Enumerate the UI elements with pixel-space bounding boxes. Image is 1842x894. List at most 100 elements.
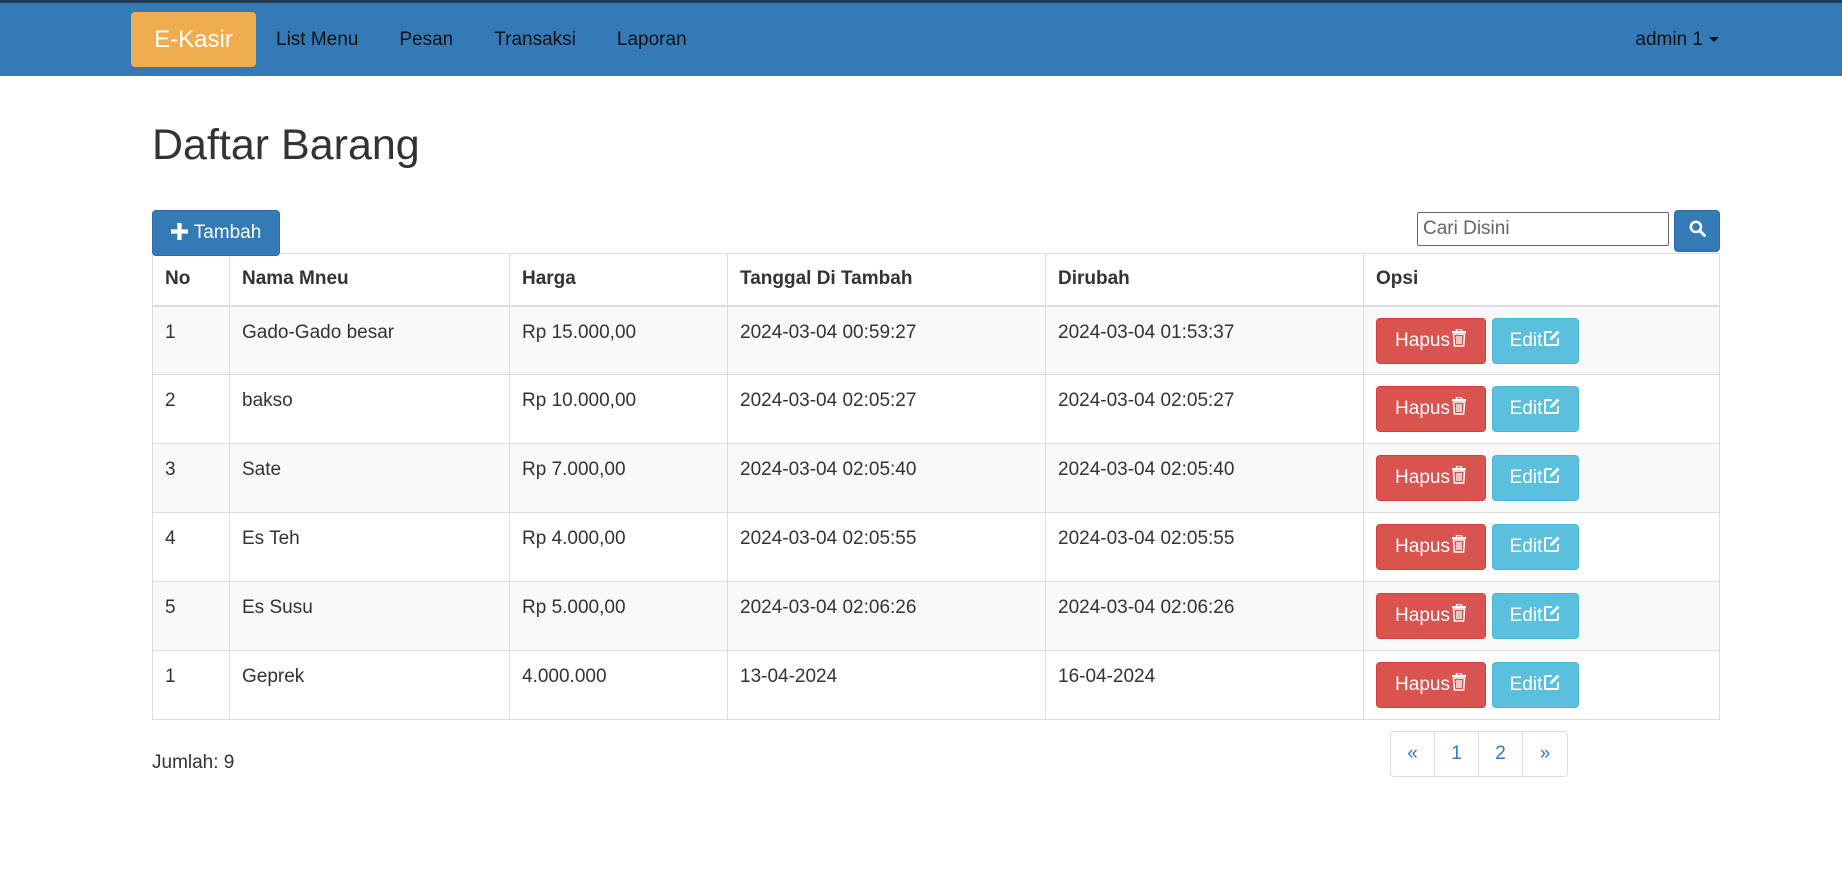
trash-icon bbox=[1450, 396, 1467, 421]
navbar: E-Kasir List Menu Pesan Transaksi Lapora… bbox=[0, 0, 1842, 76]
hapus-button-label: Hapus bbox=[1395, 329, 1450, 351]
cell-opsi: Hapus Edit bbox=[1363, 443, 1720, 513]
hapus-button-label: Hapus bbox=[1395, 467, 1450, 488]
toolbar: Tambah bbox=[152, 210, 1720, 256]
edit-button-label: Edit bbox=[1509, 398, 1543, 419]
search-icon bbox=[1689, 220, 1706, 243]
edit-button[interactable]: Edit bbox=[1492, 662, 1579, 708]
cell-no: 5 bbox=[152, 581, 230, 651]
pagination-page-1[interactable]: 1 bbox=[1435, 732, 1479, 776]
pagination: « 1 2 » bbox=[1390, 731, 1568, 777]
cell-harga: Rp 15.000,00 bbox=[509, 305, 728, 375]
nav-transaksi[interactable]: Transaksi bbox=[494, 29, 576, 51]
cell-tanggal: 2024-03-04 02:05:55 bbox=[727, 512, 1046, 582]
search-input[interactable] bbox=[1417, 212, 1669, 246]
edit-button[interactable]: Edit bbox=[1492, 317, 1579, 364]
cell-no: 3 bbox=[152, 443, 230, 513]
hapus-button[interactable]: Hapus bbox=[1376, 455, 1486, 501]
cell-harga: 4.000.000 bbox=[509, 650, 728, 720]
trash-icon bbox=[1450, 603, 1467, 628]
cell-no: 4 bbox=[152, 512, 230, 582]
cell-nama: Geprek bbox=[229, 650, 510, 720]
edit-icon bbox=[1542, 466, 1561, 490]
hapus-button[interactable]: Hapus bbox=[1376, 317, 1486, 364]
table-row: 1 Gado-Gado besar Rp 15.000,00 2024-03-04 0… bbox=[152, 305, 1720, 375]
edit-icon bbox=[1542, 673, 1561, 697]
cell-no: 1 bbox=[152, 650, 230, 720]
cell-tanggal: 2024-03-04 02:05:27 bbox=[727, 374, 1046, 444]
header-no: No bbox=[152, 253, 230, 307]
user-menu[interactable]: admin 1 bbox=[1635, 3, 1719, 76]
edit-button-label: Edit bbox=[1509, 605, 1543, 626]
cell-opsi: Hapus Edit bbox=[1363, 650, 1720, 720]
trash-icon bbox=[1450, 465, 1467, 490]
hapus-button[interactable]: Hapus bbox=[1376, 386, 1486, 432]
hapus-button-label: Hapus bbox=[1395, 605, 1450, 626]
cell-nama: Gado-Gado besar bbox=[229, 305, 510, 375]
table-row: 1 Geprek 4.000.000 13-04-2024 16-04-2024 Hapu… bbox=[152, 650, 1720, 720]
cell-dirubah: 2024-03-04 02:05:55 bbox=[1045, 512, 1364, 582]
header-opsi: Opsi bbox=[1363, 253, 1720, 307]
edit-icon bbox=[1542, 604, 1561, 628]
nav-pesan[interactable]: Pesan bbox=[399, 29, 453, 51]
table-row: 5 Es Susu Rp 5.000,00 2024-03-04 02:06:26 20… bbox=[152, 581, 1720, 651]
edit-button-label: Edit bbox=[1509, 467, 1543, 488]
cell-harga: Rp 10.000,00 bbox=[509, 374, 728, 444]
hapus-button-label: Hapus bbox=[1395, 398, 1450, 419]
cell-nama: bakso bbox=[229, 374, 510, 444]
search-button[interactable] bbox=[1674, 210, 1720, 252]
hapus-button[interactable]: Hapus bbox=[1376, 662, 1486, 708]
caret-down-icon bbox=[1709, 37, 1719, 42]
cell-no: 1 bbox=[152, 305, 230, 375]
hapus-button-label: Hapus bbox=[1395, 536, 1450, 557]
header-harga: Harga bbox=[509, 253, 728, 307]
table-row: 2 bakso Rp 10.000,00 2024-03-04 02:05:27 202… bbox=[152, 374, 1720, 444]
pagination-next[interactable]: » bbox=[1523, 732, 1567, 776]
plus-icon bbox=[170, 220, 188, 246]
user-name: admin 1 bbox=[1635, 28, 1703, 50]
cell-harga: Rp 5.000,00 bbox=[509, 581, 728, 651]
cell-dirubah: 16-04-2024 bbox=[1045, 650, 1364, 720]
edit-icon bbox=[1542, 535, 1561, 559]
edit-icon bbox=[1542, 397, 1561, 421]
edit-button[interactable]: Edit bbox=[1492, 455, 1579, 501]
edit-button-label: Edit bbox=[1509, 329, 1543, 351]
header-tanggal: Tanggal Di Tambah bbox=[727, 253, 1046, 307]
edit-icon bbox=[1542, 329, 1561, 353]
page-title: Daftar Barang bbox=[152, 121, 420, 169]
cell-tanggal: 2024-03-04 00:59:27 bbox=[727, 305, 1046, 375]
cell-opsi: Hapus Edit bbox=[1363, 305, 1720, 375]
cell-nama: Es Susu bbox=[229, 581, 510, 651]
cell-tanggal: 2024-03-04 02:05:40 bbox=[727, 443, 1046, 513]
edit-button[interactable]: Edit bbox=[1492, 386, 1579, 432]
cell-dirubah: 2024-03-04 02:05:27 bbox=[1045, 374, 1364, 444]
hapus-button[interactable]: Hapus bbox=[1376, 593, 1486, 639]
hapus-button-label: Hapus bbox=[1395, 674, 1450, 695]
brand-logo[interactable]: E-Kasir bbox=[131, 12, 256, 67]
edit-button-label: Edit bbox=[1509, 536, 1543, 557]
edit-button[interactable]: Edit bbox=[1492, 524, 1579, 570]
header-dirubah: Dirubah bbox=[1045, 253, 1364, 307]
main-content: Daftar Barang Tambah No Nama Mneu Harga … bbox=[152, 76, 1720, 774]
pagination-page-2[interactable]: 2 bbox=[1479, 732, 1523, 776]
table-row: 3 Sate Rp 7.000,00 2024-03-04 02:05:40 2024-… bbox=[152, 443, 1720, 513]
hapus-button[interactable]: Hapus bbox=[1376, 524, 1486, 570]
edit-button[interactable]: Edit bbox=[1492, 593, 1579, 639]
add-button[interactable]: Tambah bbox=[152, 210, 280, 256]
cell-opsi: Hapus Edit bbox=[1363, 374, 1720, 444]
cell-tanggal: 13-04-2024 bbox=[727, 650, 1046, 720]
cell-dirubah: 2024-03-04 02:05:40 bbox=[1045, 443, 1364, 513]
cell-harga: Rp 7.000,00 bbox=[509, 443, 728, 513]
cell-tanggal: 2024-03-04 02:06:26 bbox=[727, 581, 1046, 651]
cell-dirubah: 2024-03-04 02:06:26 bbox=[1045, 581, 1364, 651]
add-button-label: Tambah bbox=[193, 222, 262, 243]
trash-icon bbox=[1450, 672, 1467, 697]
table-header-row: No Nama Mneu Harga Tanggal Di Tambah Dir… bbox=[152, 253, 1720, 307]
pagination-prev[interactable]: « bbox=[1391, 732, 1435, 776]
main-nav: List Menu Pesan Transaksi Laporan bbox=[276, 3, 728, 76]
nav-laporan[interactable]: Laporan bbox=[617, 29, 687, 51]
cell-harga: Rp 4.000,00 bbox=[509, 512, 728, 582]
cell-nama: Sate bbox=[229, 443, 510, 513]
nav-list-menu[interactable]: List Menu bbox=[276, 29, 358, 51]
header-nama: Nama Mneu bbox=[229, 253, 510, 307]
